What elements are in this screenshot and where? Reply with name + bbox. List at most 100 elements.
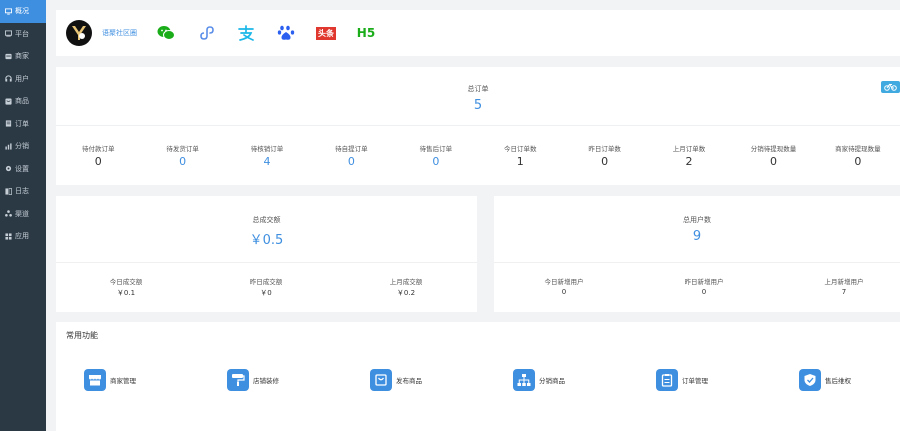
common-functions-panel: 常用功能 商家管理 店铺装修 发布商品 分销商品 订单管理 售后维权 bbox=[56, 322, 900, 431]
order-management-button[interactable]: 订单管理 bbox=[656, 369, 708, 391]
stat-label: 今日订单数 bbox=[503, 145, 537, 153]
divider bbox=[494, 262, 900, 263]
total-orders-value: 5 bbox=[473, 98, 483, 113]
stat-label: 待核销订单 bbox=[250, 145, 284, 153]
sidebar-item-platform[interactable]: 平台 bbox=[0, 23, 46, 46]
platform-icon bbox=[5, 30, 12, 37]
sidebar: 概况 平台 商家 用户 商品 订单 分销 设置 日志 渠道 应用 bbox=[0, 0, 46, 431]
order-icon bbox=[5, 120, 12, 127]
alipay-icon[interactable] bbox=[233, 20, 259, 46]
stat-pending-pickup[interactable]: 待自提订单 0 bbox=[309, 143, 393, 168]
sidebar-item-merchant[interactable]: 商家 bbox=[0, 45, 46, 68]
bicycle-button[interactable] bbox=[881, 81, 900, 93]
stat-value: 0 bbox=[179, 155, 187, 168]
baidu-icon[interactable] bbox=[273, 20, 299, 46]
stat-pending-aftersale[interactable]: 待售后订单 0 bbox=[394, 143, 478, 168]
clipboard-icon bbox=[656, 369, 678, 391]
stat-label: 待自提订单 bbox=[335, 145, 368, 153]
stat-value: 7 bbox=[841, 288, 847, 296]
aftersale-rights-button[interactable]: 售后维权 bbox=[799, 369, 851, 391]
user-stats: 今日新增用户 0 昨日新增用户 0 上月新增用户 7 bbox=[494, 276, 900, 296]
sidebar-item-goods[interactable]: 商品 bbox=[0, 90, 46, 113]
stat-value: 0 bbox=[561, 288, 567, 296]
publish-goods-button[interactable]: 发布商品 bbox=[370, 369, 422, 391]
sitemap-icon bbox=[513, 369, 535, 391]
stat-label: 今日成交额 bbox=[109, 278, 143, 286]
sidebar-item-label: 平台 bbox=[15, 29, 29, 38]
channel-icon bbox=[5, 210, 12, 217]
stat-label: 分销待提现数量 bbox=[750, 145, 797, 153]
stat-label: 上月成交额 bbox=[389, 278, 423, 286]
stat-value: 0 bbox=[854, 155, 862, 168]
sidebar-item-log[interactable]: 日志 bbox=[0, 180, 46, 203]
miniprogram-icon[interactable] bbox=[193, 20, 219, 46]
order-stats: 待付款订单 0 待发货订单 0 待核销订单 4 待自提订单 0 待售后订单 0 今日订单数… bbox=[56, 143, 900, 168]
total-orders-label: 总订单 bbox=[467, 85, 489, 93]
log-icon bbox=[5, 187, 12, 195]
stat-value: 0 bbox=[347, 155, 355, 168]
fn-label: 分销商品 bbox=[539, 377, 565, 385]
app-channel-bar: 语聚社区圈 头条 H5 bbox=[56, 10, 900, 56]
stat-label: 上月订单数 bbox=[672, 145, 706, 153]
stat-today-users: 今日新增用户 0 bbox=[494, 276, 634, 296]
stat-label: 待发货订单 bbox=[166, 145, 199, 153]
sidebar-item-label: 应用 bbox=[15, 232, 29, 241]
stat-pending-payment[interactable]: 待付款订单 0 bbox=[56, 143, 140, 168]
stat-label: 上月新增用户 bbox=[824, 278, 864, 286]
store-icon bbox=[84, 369, 106, 391]
merchant-management-button[interactable]: 商家管理 bbox=[84, 369, 136, 391]
shop-decoration-button[interactable]: 店铺装修 bbox=[227, 369, 279, 391]
stat-value: 4 bbox=[263, 155, 271, 168]
sidebar-item-channel[interactable]: 渠道 bbox=[0, 203, 46, 226]
deals-panel: 总成交额 ￥0.5 今日成交额 ￥0.1 昨日成交额 ￥0 上月成交额 ￥0.2 bbox=[56, 196, 477, 312]
deal-stats: 今日成交额 ￥0.1 昨日成交额 ￥0 上月成交额 ￥0.2 bbox=[56, 276, 477, 298]
user-icon bbox=[5, 75, 12, 82]
sidebar-item-label: 渠道 bbox=[15, 209, 29, 218]
fn-label: 发布商品 bbox=[396, 377, 422, 385]
stat-value: 2 bbox=[685, 155, 693, 168]
stat-label: 昨日成交额 bbox=[249, 278, 283, 286]
shopping-bag-icon bbox=[370, 369, 392, 391]
total-deals-label: 总成交额 bbox=[252, 216, 281, 224]
toutiao-icon[interactable]: 头条 bbox=[313, 20, 339, 46]
sidebar-item-label: 日志 bbox=[15, 187, 29, 196]
distribution-icon bbox=[5, 143, 12, 150]
stat-value: ￥0 bbox=[260, 289, 272, 297]
bicycle-icon bbox=[884, 83, 897, 91]
stat-value: ￥0.1 bbox=[116, 289, 136, 297]
users-panel: 总用户数 9 今日新增用户 0 昨日新增用户 0 上月新增用户 7 bbox=[494, 196, 900, 312]
distribution-goods-button[interactable]: 分销商品 bbox=[513, 369, 565, 391]
fn-label: 订单管理 bbox=[682, 377, 708, 385]
sidebar-item-label: 订单 bbox=[15, 119, 29, 128]
stat-value: 1 bbox=[516, 155, 524, 168]
sidebar-item-label: 用户 bbox=[15, 74, 29, 83]
stat-value: 0 bbox=[94, 155, 102, 168]
stat-value: ￥0.2 bbox=[396, 289, 416, 297]
stat-label: 商家待提现数量 bbox=[835, 145, 881, 153]
h5-icon[interactable]: H5 bbox=[353, 20, 379, 46]
sidebar-item-label: 分销 bbox=[15, 142, 29, 151]
sidebar-item-distribution[interactable]: 分销 bbox=[0, 135, 46, 158]
sidebar-item-apps[interactable]: 应用 bbox=[0, 225, 46, 248]
sidebar-item-overview[interactable]: 概况 bbox=[0, 0, 46, 23]
fn-label: 售后维权 bbox=[825, 377, 851, 385]
sidebar-item-label: 设置 bbox=[15, 164, 29, 173]
stat-label: 待付款订单 bbox=[81, 145, 115, 153]
sidebar-item-order[interactable]: 订单 bbox=[0, 113, 46, 136]
stat-merchant-withdraw[interactable]: 商家待提现数量 0 bbox=[816, 143, 900, 168]
stat-lastmonth-orders: 上月订单数 2 bbox=[647, 143, 731, 168]
stat-distribution-withdraw[interactable]: 分销待提现数量 0 bbox=[731, 143, 815, 168]
sidebar-item-settings[interactable]: 设置 bbox=[0, 158, 46, 181]
monitor-icon bbox=[5, 8, 12, 15]
wechat-icon[interactable] bbox=[153, 20, 179, 46]
stat-label: 昨日新增用户 bbox=[684, 278, 724, 286]
fn-label: 店铺装修 bbox=[253, 377, 279, 385]
app-name: 语聚社区圈 bbox=[102, 29, 137, 37]
stat-pending-shipment[interactable]: 待发货订单 0 bbox=[140, 143, 224, 168]
stat-label: 待售后订单 bbox=[419, 145, 453, 153]
gear-icon bbox=[5, 165, 12, 172]
divider bbox=[56, 125, 900, 126]
stat-pending-verify[interactable]: 待核销订单 4 bbox=[225, 143, 309, 168]
stat-today-deals: 今日成交额 ￥0.1 bbox=[56, 276, 196, 298]
sidebar-item-user[interactable]: 用户 bbox=[0, 68, 46, 91]
